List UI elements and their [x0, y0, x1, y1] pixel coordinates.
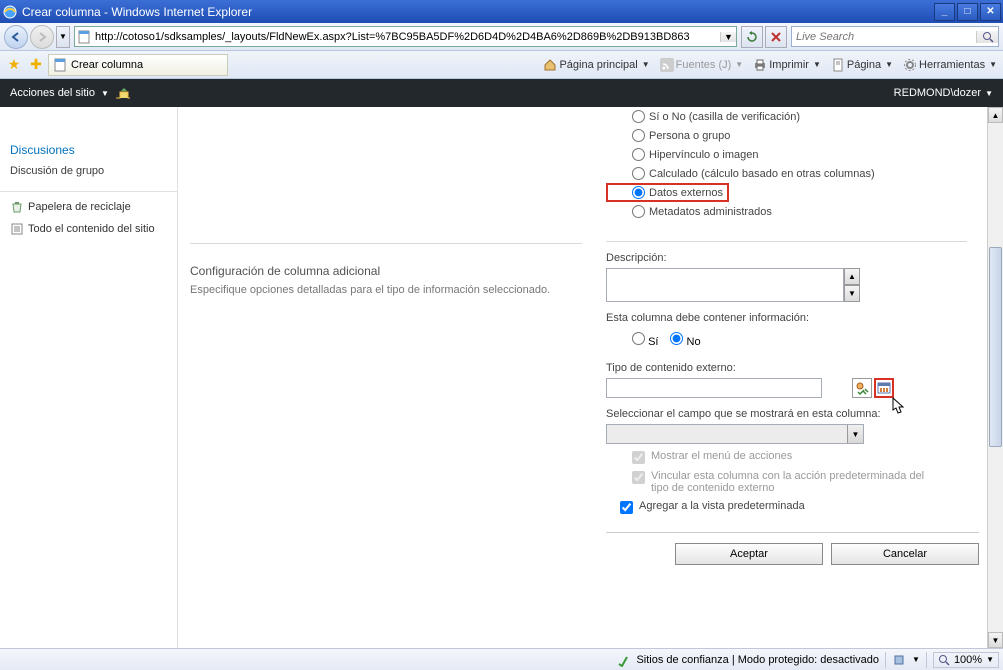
tipo-contenido-input[interactable]	[606, 378, 822, 398]
user-dropdown-icon[interactable]: ▼	[985, 89, 993, 98]
url-input[interactable]	[93, 29, 720, 45]
scroll-thumb[interactable]	[989, 247, 1002, 447]
sidebar-discusiones-header[interactable]: Discusiones	[10, 139, 167, 161]
search-input[interactable]	[792, 29, 976, 45]
tab-page-icon	[53, 58, 67, 72]
browser-navbar: ▼ ▼	[0, 23, 1003, 51]
section-description: Especifique opciones detalladas para el …	[190, 278, 594, 296]
favorites-icon[interactable]: ★	[4, 55, 24, 75]
sidebar-item-discusion-grupo[interactable]: Discusión de grupo	[10, 161, 167, 181]
nav-history-dropdown[interactable]: ▼	[56, 26, 70, 48]
forward-button[interactable]	[30, 25, 54, 49]
user-menu[interactable]: REDMOND\dozer	[894, 87, 981, 99]
tool-page[interactable]: Página▼	[831, 58, 895, 72]
status-security-text: Sitios de confianza | Modo protegido: de…	[636, 654, 879, 666]
sidebar-item-papelera[interactable]: Papelera de reciclaje	[0, 196, 177, 218]
sidebar-item-todo-contenido[interactable]: Todo el contenido del sitio	[0, 218, 177, 240]
radio-option-si-no[interactable]: Sí o No (casilla de verificación)	[606, 107, 979, 126]
radio-option-hipervinculo[interactable]: Hipervínculo o imagen	[606, 145, 979, 164]
close-button[interactable]: ✕	[980, 3, 1001, 21]
page-menu-icon	[831, 58, 845, 72]
campo-select[interactable]: ▼	[606, 424, 864, 444]
checkbox-vincular: Vincular esta columna con la acción pred…	[606, 464, 979, 494]
window-titlebar: Crear columna - Windows Internet Explore…	[0, 0, 1003, 23]
checkbox-mostrar-menu: Mostrar el menú de acciones	[606, 444, 979, 464]
site-ribbon: Acciones del sitio ▼ REDMOND\dozer ▼	[0, 79, 1003, 107]
radio-option-calculado[interactable]: Calculado (cálculo basado en otras colum…	[606, 164, 979, 183]
browser-tab[interactable]: Crear columna	[48, 54, 228, 76]
label-contener-info: Esta columna debe contener información:	[606, 302, 979, 328]
zoom-icon	[938, 654, 950, 666]
radio-option-metadatos[interactable]: Metadatos administrados	[606, 202, 979, 221]
add-favorite-icon[interactable]: ✚	[26, 55, 46, 75]
back-button[interactable]	[4, 25, 28, 49]
ie-icon	[2, 4, 18, 20]
search-button[interactable]	[976, 31, 998, 43]
navigate-up-icon[interactable]	[115, 86, 131, 100]
checkbox-agregar-vista[interactable]: Agregar a la vista predeterminada	[606, 494, 979, 514]
zoom-value: 100%	[954, 654, 982, 666]
textarea-scroll-down[interactable]: ▼	[844, 285, 860, 302]
url-dropdown[interactable]: ▼	[720, 32, 736, 42]
left-sidebar: Discusiones Discusión de grupo Papelera …	[0, 107, 178, 648]
radio-option-persona[interactable]: Persona o grupo	[606, 126, 979, 145]
radio-required-no[interactable]: No	[670, 332, 700, 348]
descripcion-textarea[interactable]	[606, 268, 844, 302]
recycle-bin-icon	[10, 200, 24, 214]
tool-feeds[interactable]: Fuentes (J)▼	[660, 58, 746, 72]
print-icon	[753, 58, 767, 72]
address-bar: ▼	[74, 26, 737, 47]
tool-print[interactable]: Imprimir▼	[753, 58, 823, 72]
trusted-sites-icon	[616, 653, 630, 667]
aceptar-button[interactable]: Aceptar	[675, 543, 823, 565]
label-descripcion: Descripción:	[606, 242, 979, 268]
search-box	[791, 26, 999, 47]
browse-entity-button[interactable]	[874, 378, 894, 398]
label-tipo-contenido: Tipo de contenido externo:	[606, 352, 979, 378]
all-content-icon	[10, 222, 24, 236]
window-title: Crear columna - Windows Internet Explore…	[22, 5, 934, 19]
minimize-button[interactable]: _	[934, 3, 955, 21]
zoom-control[interactable]: 100% ▼	[933, 652, 999, 668]
scroll-down-button[interactable]: ▼	[988, 632, 1003, 648]
status-mixed-icon[interactable]	[892, 653, 906, 667]
textarea-scroll-up[interactable]: ▲	[844, 268, 860, 285]
radio-required-si[interactable]: Sí	[632, 332, 658, 348]
tab-title: Crear columna	[71, 59, 143, 71]
radio-option-datos-externos[interactable]: Datos externos	[606, 183, 729, 202]
vertical-scrollbar[interactable]: ▲ ▼	[987, 107, 1003, 648]
refresh-button[interactable]	[741, 26, 763, 48]
browser-statusbar: Sitios de confianza | Modo protegido: de…	[0, 648, 1003, 670]
home-icon	[543, 58, 557, 72]
maximize-button[interactable]: □	[957, 3, 978, 21]
tool-home[interactable]: Página principal▼	[543, 58, 651, 72]
rss-icon	[660, 58, 674, 72]
label-seleccionar-campo: Seleccionar el campo que se mostrará en …	[606, 398, 979, 424]
site-actions-dropdown-icon[interactable]: ▼	[101, 89, 109, 98]
scroll-up-button[interactable]: ▲	[988, 107, 1003, 123]
section-title: Configuración de columna adicional	[190, 244, 594, 278]
gear-icon	[903, 58, 917, 72]
cancelar-button[interactable]: Cancelar	[831, 543, 979, 565]
chevron-down-icon: ▼	[847, 425, 863, 443]
site-actions-menu[interactable]: Acciones del sitio	[10, 87, 95, 99]
tool-tools[interactable]: Herramientas▼	[903, 58, 999, 72]
check-entity-button[interactable]	[852, 378, 872, 398]
browser-tabbar: ★ ✚ Crear columna Página principal▼ Fuen…	[0, 51, 1003, 79]
page-icon	[75, 30, 93, 44]
stop-button[interactable]	[765, 26, 787, 48]
